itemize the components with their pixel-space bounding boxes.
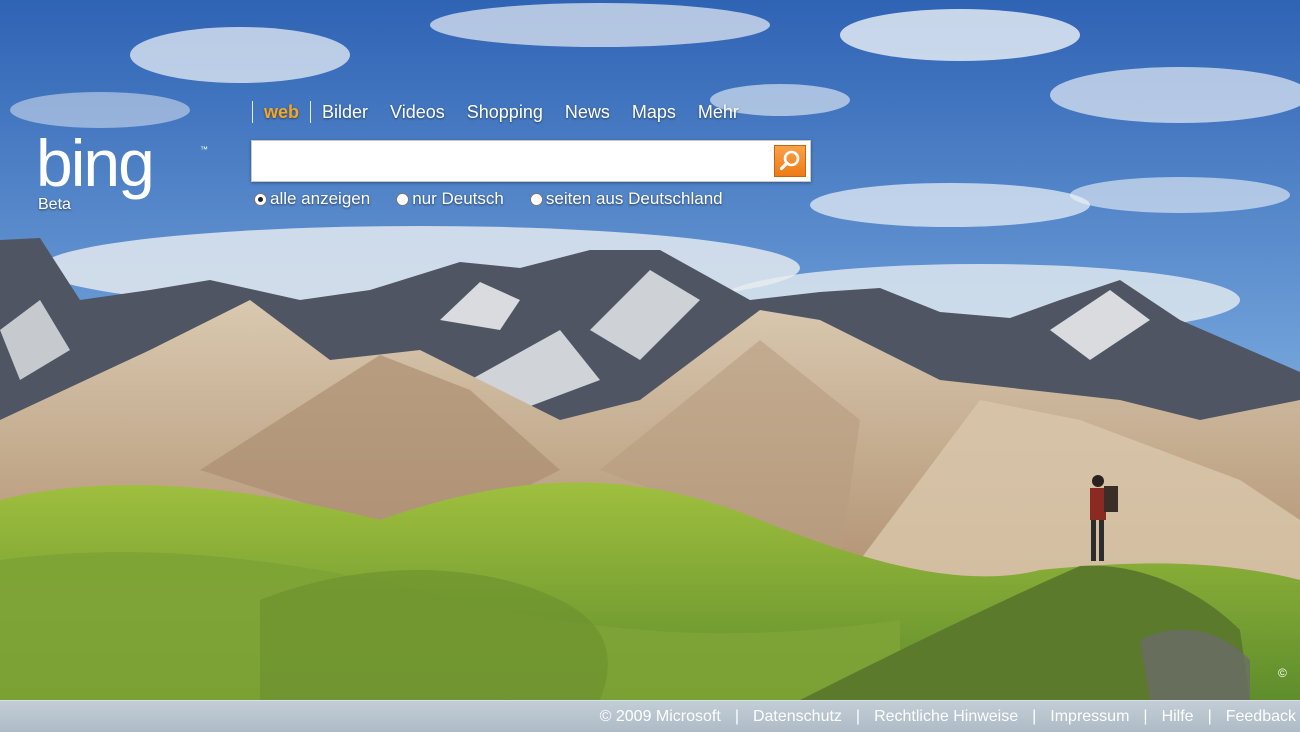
footer-separator: | — [734, 708, 739, 725]
tab-maps[interactable]: Maps — [621, 102, 687, 123]
radio-selected-icon — [254, 192, 267, 206]
tab-videos[interactable]: Videos — [379, 102, 456, 123]
footer-separator: | — [855, 708, 861, 725]
magnifier-icon — [779, 150, 800, 171]
vertical-nav: web Bilder Videos Shopping News Maps Meh… — [252, 100, 750, 124]
footer-separator: | — [1143, 708, 1148, 725]
tab-shopping[interactable]: Shopping — [456, 102, 554, 123]
footer-link-impressum[interactable]: Impressum — [1050, 708, 1129, 726]
bing-logo[interactable]: bing ™ — [36, 126, 212, 204]
svg-text:™: ™ — [200, 145, 208, 154]
bing-logo-wordmark: bing — [36, 128, 153, 200]
tab-bilder[interactable]: Bilder — [311, 102, 379, 123]
radio-label: nur Deutsch — [412, 189, 504, 208]
search-box — [251, 140, 811, 182]
radio-seiten-aus-deutschland[interactable]: seiten aus Deutschland — [529, 189, 723, 209]
radio-label: seiten aus Deutschland — [545, 189, 723, 208]
radio-unselected-icon — [396, 192, 410, 206]
footer-separator: | — [1207, 708, 1212, 725]
footer: © 2009 Microsoft | Datenschutz | Rechtli… — [0, 700, 1300, 732]
radio-nur-deutsch[interactable]: nur Deutsch — [396, 189, 504, 209]
image-copyright-icon[interactable]: © — [1278, 666, 1287, 680]
tab-web[interactable]: web — [253, 102, 310, 123]
footer-copyright: © 2009 Microsoft — [599, 708, 721, 725]
beta-badge: Beta — [38, 196, 71, 213]
radio-label: alle anzeigen — [270, 189, 371, 208]
search-input[interactable] — [258, 147, 762, 177]
radio-alle-anzeigen[interactable]: alle anzeigen — [254, 189, 370, 209]
footer-link-rechtliche-hinweise[interactable]: Rechtliche Hinweise — [874, 708, 1018, 726]
radio-unselected-icon — [529, 192, 543, 206]
footer-link-hilfe[interactable]: Hilfe — [1162, 708, 1194, 726]
footer-separator: | — [1032, 708, 1037, 725]
tab-mehr[interactable]: Mehr — [687, 102, 750, 123]
search-button[interactable] — [774, 145, 806, 177]
search-scope: alle anzeigen nur Deutsch seiten aus Deu… — [254, 189, 723, 209]
tab-news[interactable]: News — [554, 102, 621, 123]
footer-link-feedback[interactable]: Feedback — [1226, 708, 1296, 726]
footer-link-datenschutz[interactable]: Datenschutz — [753, 708, 842, 726]
